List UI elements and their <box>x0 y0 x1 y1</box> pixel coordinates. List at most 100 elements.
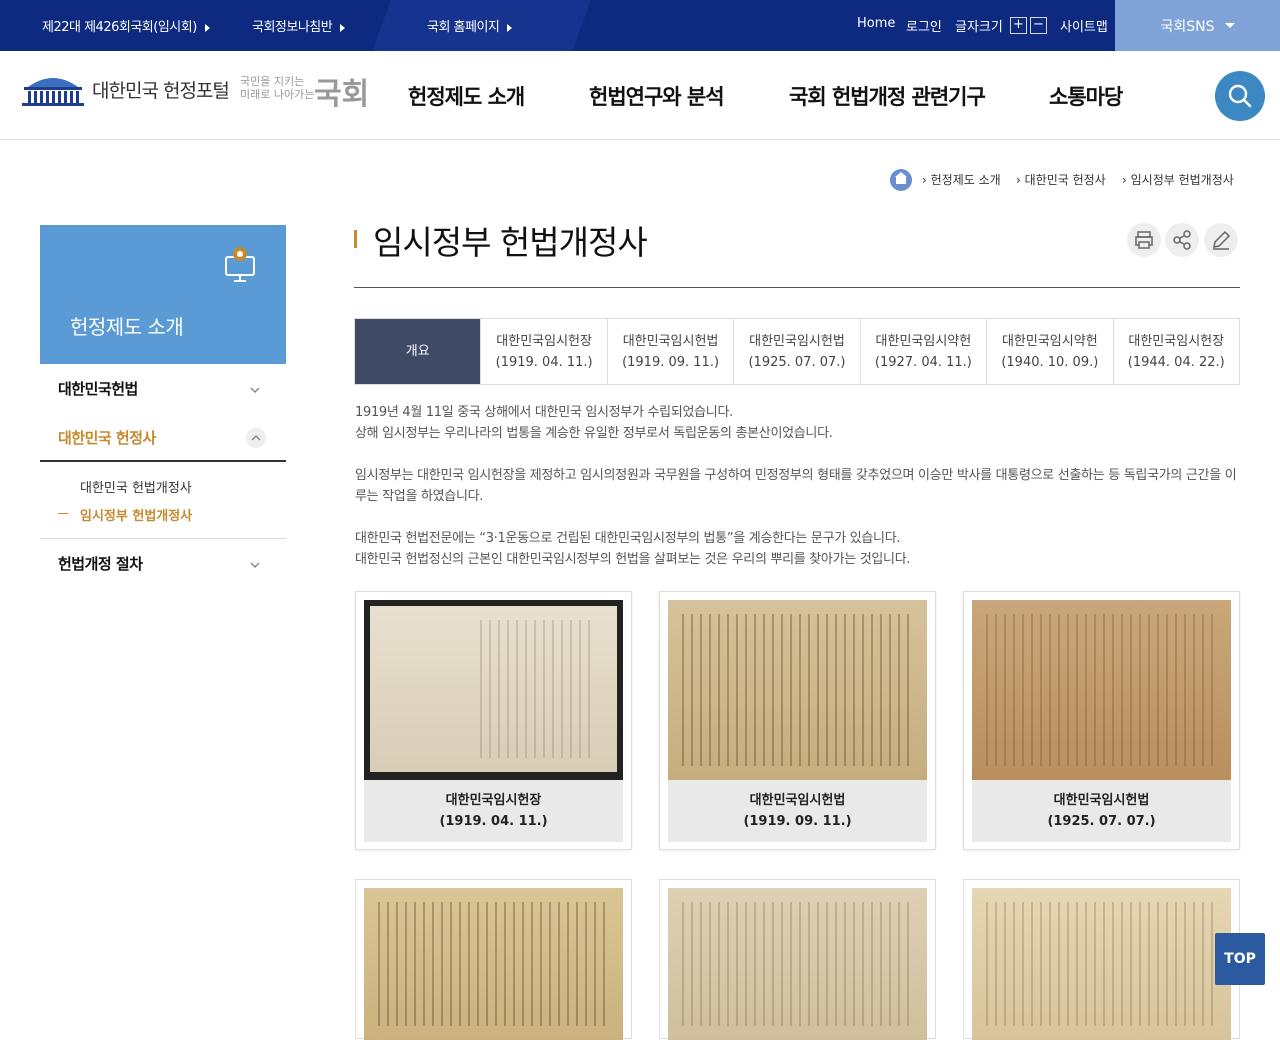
slogan-brand: 국회 <box>314 77 370 112</box>
text-lines <box>986 902 1217 1026</box>
share-button[interactable] <box>1165 223 1199 257</box>
breadcrumb-item-3[interactable]: › 임시정부 헌법개정사 <box>1122 171 1234 188</box>
tab-label: 대한민국임시헌장 <box>496 334 592 349</box>
gnb-amendment-bodies[interactable]: 국회 헌법개정 관련기구 <box>789 81 986 111</box>
content-tabs: 개요 대한민국임시헌장 (1919. 04. 11.) 대한민국임시헌법 (1919… <box>354 318 1240 385</box>
page-title: 임시정부 헌법개정사 <box>373 223 648 262</box>
slogan-line-1: 국민을 지키는 <box>240 75 305 88</box>
lnb-item-history[interactable]: 대한민국 헌정사 <box>58 427 156 448</box>
document-card[interactable] <box>963 879 1240 1040</box>
document-card[interactable]: 대한민국임시헌법 (1919. 09. 11.) <box>659 591 936 850</box>
paper-sheet <box>370 606 617 772</box>
title-divider <box>354 287 1240 288</box>
lnb-divider <box>40 538 286 539</box>
logo-slogan: 국민을 지키는 미래로 나아가는 <box>240 75 314 101</box>
assembly-home-link[interactable]: 국회 홈페이지 <box>427 16 513 35</box>
tab-label: 대한민국임시헌장 <box>1128 334 1225 349</box>
tab-constitution-1919[interactable]: 대한민국임시헌법 (1919. 09. 11.) <box>606 319 733 384</box>
font-decrease-button[interactable]: − <box>1030 17 1047 34</box>
tab-charter-1940[interactable]: 대한민국임시약헌 (1940. 10. 09.) <box>986 319 1112 384</box>
lnb-item-constitution[interactable]: 대한민국헌법 <box>58 378 138 399</box>
lnb-divider <box>40 460 286 462</box>
chevron-down-icon[interactable] <box>248 383 262 397</box>
tab-date: (1919. 09. 11.) <box>622 355 720 370</box>
document-card[interactable]: 대한민국임시헌장 (1919. 04. 11.) <box>355 591 632 850</box>
sns-label: 국회SNS <box>1160 18 1215 35</box>
lnb-sub-label: 임시정부 헌법개정사 <box>80 509 193 524</box>
card-title: 대한민국임시헌법 <box>1053 793 1150 808</box>
scroll-top-button[interactable]: TOP <box>1215 933 1265 985</box>
title-accent-bar <box>354 230 357 248</box>
document-card[interactable] <box>355 879 632 1040</box>
sitemap-link[interactable]: 사이트맵 <box>1060 16 1108 35</box>
document-card[interactable]: 대한민국임시헌법 (1925. 07. 07.) <box>963 591 1240 850</box>
search-button[interactable] <box>1215 71 1265 121</box>
caret-right-icon <box>507 23 513 32</box>
pencil-icon <box>1213 230 1231 250</box>
tab-charter-1927[interactable]: 대한민국임시약헌 (1927. 04. 11.) <box>859 319 986 384</box>
caret-right-icon <box>204 23 210 32</box>
text-lines <box>378 902 609 1026</box>
collapse-toggle[interactable] <box>246 428 266 448</box>
font-increase-button[interactable]: + <box>1010 17 1027 34</box>
login-link[interactable]: 로그인 <box>906 16 942 35</box>
tab-date: (1919. 04. 11.) <box>495 355 593 370</box>
document-card[interactable] <box>659 879 936 1040</box>
gnb-communication[interactable]: 소통마당 <box>1049 81 1123 111</box>
edit-button[interactable] <box>1204 223 1238 257</box>
site-logo[interactable]: 대한민국 헌정포털 <box>22 71 230 107</box>
tab-date: (1927. 04. 11.) <box>874 355 972 370</box>
card-title: 대한민국임시헌장 <box>445 793 542 808</box>
intro-paragraph-3: 대한민국 헌법전문에는 “3·1운동으로 건립된 대한민국임시정부의 법통”을 … <box>355 528 1245 570</box>
card-caption: 대한민국임시헌장 (1919. 04. 11.) <box>364 780 623 842</box>
lnb-sub-korea-amendments[interactable]: 대한민국 헌법개정사 <box>80 477 192 496</box>
site-header: 대한민국 헌정포털 국민을 지키는 미래로 나아가는 국회 헌정제도 소개 헌법… <box>0 51 1280 140</box>
breadcrumb-item-1[interactable]: › 헌정제도 소개 <box>922 171 1001 188</box>
breadcrumb-item-2[interactable]: › 대한민국 헌정사 <box>1016 171 1106 188</box>
gnb-research-analysis[interactable]: 헌법연구와 분석 <box>589 81 725 111</box>
tab-label: 대한민국임시약헌 <box>875 334 972 349</box>
card-date: (1925. 07. 07.) <box>1047 814 1156 829</box>
tab-charter-1944[interactable]: 대한민국임시헌장 (1944. 04. 22.) <box>1112 319 1239 384</box>
info-compass-link[interactable]: 국회정보나침반 <box>252 16 346 35</box>
chevron-down-icon[interactable] <box>248 558 262 572</box>
search-icon <box>1228 84 1252 108</box>
document-image <box>364 888 623 1040</box>
slogan-line-2: 미래로 나아가는 <box>240 88 315 101</box>
session-link-label: 제22대 제426회국회(임시회) <box>42 20 197 35</box>
tab-date: (1944. 04. 22.) <box>1127 355 1225 370</box>
print-icon <box>1135 231 1153 249</box>
gnb-constitution-intro[interactable]: 헌정제도 소개 <box>408 81 525 111</box>
document-image <box>668 600 927 780</box>
card-date: (1919. 04. 11.) <box>439 814 548 829</box>
breadcrumb-label: 대한민국 헌정사 <box>1024 173 1106 187</box>
tab-constitution-1925[interactable]: 대한민국임시헌법 (1925. 07. 07.) <box>733 319 859 384</box>
tab-charter-1919[interactable]: 대한민국임시헌장 (1919. 04. 11.) <box>480 319 606 384</box>
text-lines <box>682 614 913 766</box>
card-caption: 대한민국임시헌법 (1919. 09. 11.) <box>668 780 927 842</box>
tab-overview[interactable]: 개요 <box>355 319 481 384</box>
card-date: (1919. 09. 11.) <box>743 814 852 829</box>
text-lines <box>480 620 597 758</box>
intro-paragraph-2: 임시정부는 대한민국 임시헌장을 제정하고 임시의정원과 국무원을 구성하여 민… <box>355 468 1237 504</box>
font-size-label: 글자크기 <box>955 20 1003 35</box>
tab-label: 개요 <box>405 344 430 359</box>
sns-dropdown[interactable]: 국회SNS <box>1115 0 1280 51</box>
monitor-emblem-icon <box>225 247 255 282</box>
logo-title: 대한민국 헌정포털 <box>92 79 230 102</box>
lnb-item-amend-procedure[interactable]: 헌법개정 절차 <box>58 553 143 574</box>
home-link[interactable]: Home <box>857 16 895 31</box>
lnb-title: 헌정제도 소개 <box>70 315 184 339</box>
tab-label: 대한민국임시약헌 <box>1001 334 1098 349</box>
paragraph-line: 1919년 4월 11일 중국 상해에서 대한민국 임시정부가 수립되었습니다. <box>355 405 733 420</box>
home-icon[interactable] <box>890 169 912 191</box>
session-link[interactable]: 제22대 제426회국회(임시회) <box>42 16 210 35</box>
card-title: 대한민국임시헌법 <box>749 793 846 808</box>
chevron-down-icon <box>1224 23 1235 28</box>
lnb-sub-provisional-amendments[interactable]: 임시정부 헌법개정사 <box>58 505 193 524</box>
lnb-header: 헌정제도 소개 <box>40 225 286 364</box>
paragraph-line: 대한민국 헌법정신의 근본인 대한민국임시정부의 헌법을 살펴보는 것은 우리의… <box>355 552 911 567</box>
tab-date: (1940. 10. 09.) <box>1001 355 1099 370</box>
text-lines <box>986 614 1217 766</box>
print-button[interactable] <box>1127 223 1161 257</box>
